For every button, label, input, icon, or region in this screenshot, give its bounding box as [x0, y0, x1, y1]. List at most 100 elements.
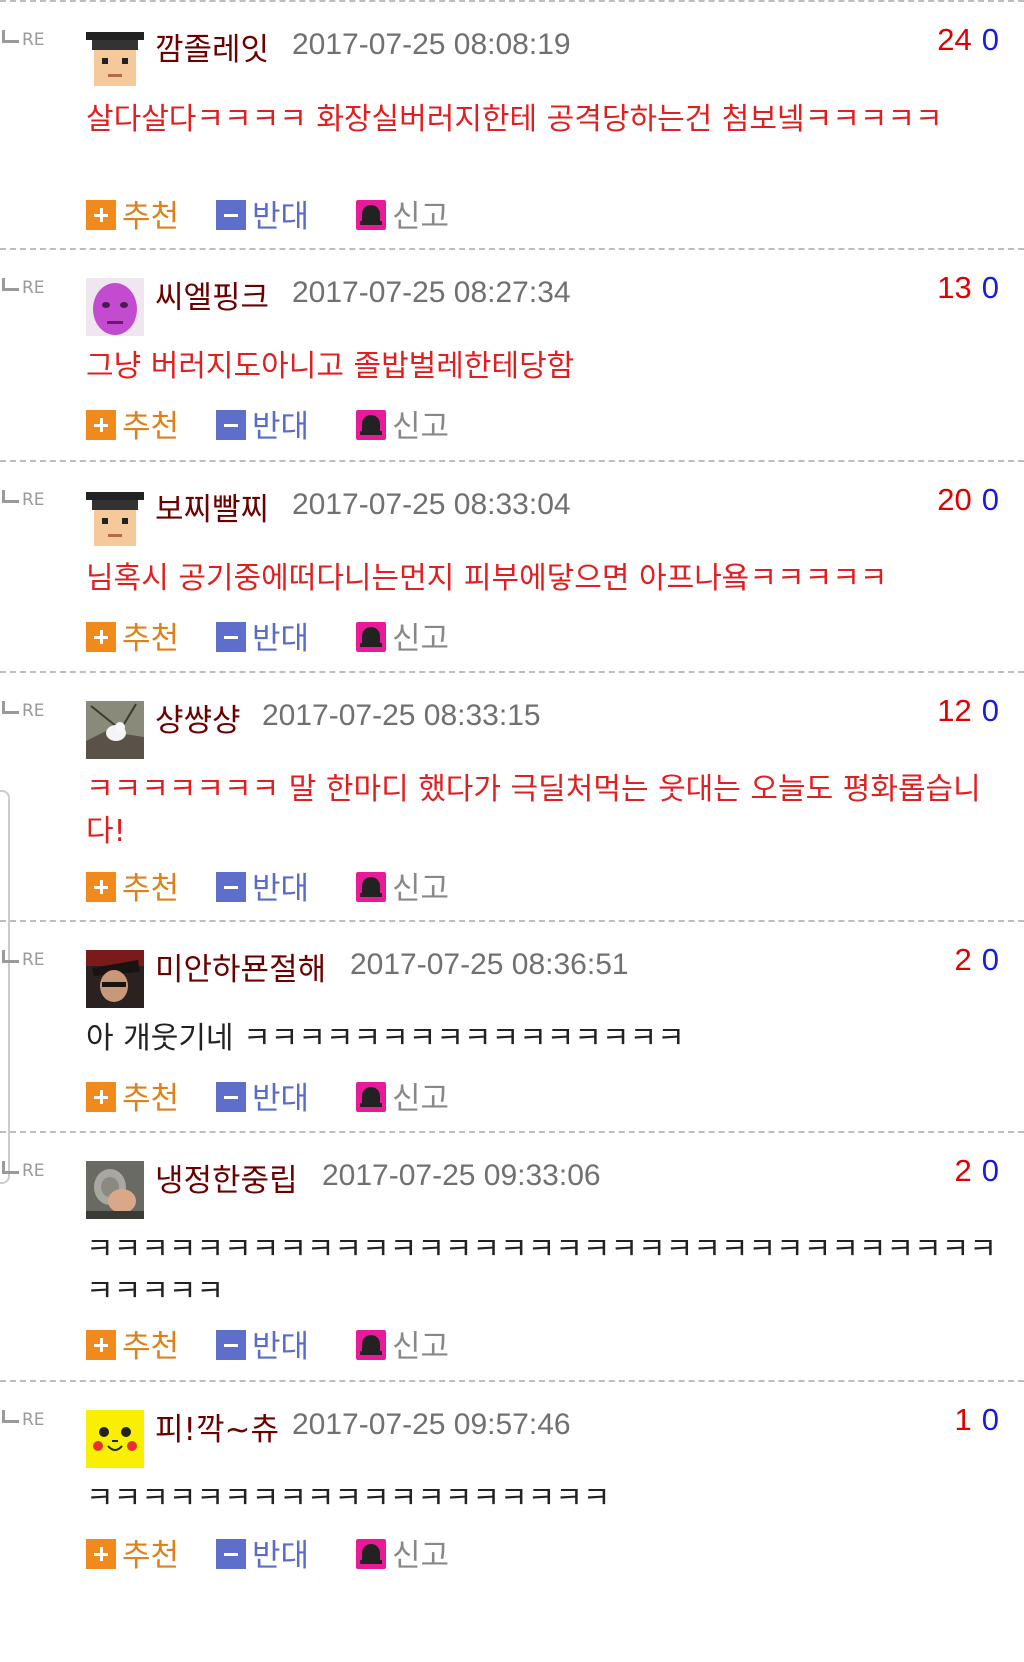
reply-icon: RE — [2, 278, 45, 298]
plus-icon — [86, 1082, 116, 1112]
comment-date: 2017-07-25 08:33:15 — [262, 699, 541, 732]
recommend-button[interactable]: 추천 — [86, 871, 179, 907]
siren-icon — [356, 1082, 386, 1112]
report-button[interactable]: 신고 — [356, 199, 449, 235]
plus-icon — [86, 872, 116, 902]
comment-item: RE 미안하묜절해 2017-07-25 08:36:51 20 아 개웃기네 … — [0, 920, 1024, 1134]
comment-text: ㅋㅋㅋㅋㅋㅋㅋㅋㅋㅋㅋㅋㅋㅋㅋㅋㅋㅋㅋㅋㅋㅋㅋㅋㅋㅋㅋㅋㅋㅋㅋㅋㅋㅋㅋㅋㅋㅋ — [86, 1232, 997, 1309]
reply-icon: RE — [2, 1161, 45, 1181]
comment-text: ㅋㅋㅋㅋㅋㅋㅋ 말 한마디 했다가 극딜처먹는 웃대는 오늘도 평화롭습니다! — [86, 772, 981, 849]
reply-icon: RE — [2, 701, 45, 721]
up-count: 12 — [937, 693, 972, 728]
reply-icon: RE — [2, 490, 45, 510]
recommend-button[interactable]: 추천 — [86, 1538, 179, 1574]
comment-date: 2017-07-25 08:27:34 — [292, 276, 571, 309]
siren-icon — [356, 622, 386, 652]
pixel-man-icon — [86, 490, 144, 548]
hand-photo-icon — [86, 1161, 144, 1219]
plus-icon — [86, 622, 116, 652]
siren-icon — [356, 200, 386, 230]
reply-icon: RE — [2, 1410, 45, 1430]
vote-counts: 12 0 — [937, 693, 999, 729]
minus-icon — [216, 872, 246, 902]
avatar[interactable] — [86, 278, 144, 336]
comment-date: 2017-07-25 08:33:04 — [292, 488, 571, 521]
up-count: 20 — [937, 482, 972, 517]
down-count: 0 — [981, 942, 999, 977]
oppose-button[interactable]: 반대 — [216, 871, 309, 907]
comment-date: 2017-07-25 09:57:46 — [292, 1408, 571, 1441]
siren-icon — [356, 1330, 386, 1360]
avatar[interactable] — [86, 701, 144, 759]
down-count: 0 — [981, 1402, 999, 1437]
avatar[interactable] — [86, 950, 144, 1008]
vote-counts: 20 — [955, 1153, 1000, 1189]
reply-icon: RE — [2, 30, 45, 50]
siren-icon — [356, 1539, 386, 1569]
bird-photo-icon — [86, 701, 144, 759]
report-button[interactable]: 신고 — [356, 1329, 449, 1365]
comment-text: 아 개웃기네 ㅋㅋㅋㅋㅋㅋㅋㅋㅋㅋㅋㅋㅋㅋㅋㅋ — [86, 1021, 685, 1056]
pikachu-icon — [86, 1410, 144, 1468]
comment-item: RE 보찌빨찌 2017-07-25 08:33:04 20 0 님혹시 공기중에… — [0, 460, 1024, 674]
report-button[interactable]: 신고 — [356, 409, 449, 445]
avatar[interactable] — [86, 30, 144, 88]
nickname[interactable]: 깜졸레잇 — [155, 24, 269, 69]
up-count: 24 — [937, 22, 972, 57]
down-count: 0 — [981, 1153, 999, 1188]
nickname[interactable]: 씨엘핑크 — [155, 272, 269, 317]
oppose-button[interactable]: 반대 — [216, 1081, 309, 1117]
nickname[interactable]: 보찌빨찌 — [155, 484, 269, 529]
comment-item: RE 씨엘핑크 2017-07-25 08:27:34 13 0 그냥 버러지도아… — [0, 248, 1024, 462]
avatar[interactable] — [86, 490, 144, 548]
vote-counts: 20 0 — [937, 482, 999, 518]
up-count: 1 — [954, 1402, 972, 1437]
recommend-button[interactable]: 추천 — [86, 621, 179, 657]
report-button[interactable]: 신고 — [356, 1081, 449, 1117]
plus-icon — [86, 200, 116, 230]
oppose-button[interactable]: 반대 — [216, 1538, 309, 1574]
minus-icon — [216, 200, 246, 230]
pixel-man-icon — [86, 30, 144, 88]
up-count: 2 — [954, 942, 972, 977]
oppose-button[interactable]: 반대 — [216, 621, 309, 657]
nickname[interactable]: 냉정한중립 — [155, 1155, 298, 1200]
comment-item: RE 피!깍~츄 2017-07-25 09:57:46 10 ㅋㅋㅋㅋㅋㅋㅋㅋ… — [0, 1380, 1024, 1662]
avatar[interactable] — [86, 1161, 144, 1219]
plus-icon — [86, 410, 116, 440]
recommend-button[interactable]: 추천 — [86, 409, 179, 445]
avatar[interactable] — [86, 1410, 144, 1468]
comment-text: 님혹시 공기중에떠다니는먼지 피부에닿으면 아프나욬ㅋㅋㅋㅋㅋ — [86, 561, 888, 596]
minus-icon — [216, 1082, 246, 1112]
comment-text: 그냥 버러지도아니고 졸밥벌레한테당함 — [86, 349, 575, 384]
nickname[interactable]: 피!깍~츄 — [155, 1404, 279, 1449]
report-button[interactable]: 신고 — [356, 1538, 449, 1574]
oppose-button[interactable]: 반대 — [216, 199, 309, 235]
minus-icon — [216, 1539, 246, 1569]
plus-icon — [86, 1539, 116, 1569]
down-count: 0 — [981, 22, 999, 57]
comment-item: RE 샹썅샹 2017-07-25 08:33:15 12 0 ㅋㅋㅋㅋㅋㅋㅋ 말… — [0, 671, 1024, 923]
oppose-button[interactable]: 반대 — [216, 1329, 309, 1365]
comment-item: RE 냉정한중립 2017-07-25 09:33:06 20 ㅋㅋㅋㅋㅋㅋㅋㅋ… — [0, 1131, 1024, 1383]
report-button[interactable]: 신고 — [356, 621, 449, 657]
report-button[interactable]: 신고 — [356, 871, 449, 907]
recommend-button[interactable]: 추천 — [86, 1329, 179, 1365]
vote-counts: 20 — [955, 942, 1000, 978]
minus-icon — [216, 622, 246, 652]
recommend-button[interactable]: 추천 — [86, 199, 179, 235]
reply-icon: RE — [2, 950, 45, 970]
up-count: 13 — [937, 270, 972, 305]
comment-text: ㅋㅋㅋㅋㅋㅋㅋㅋㅋㅋㅋㅋㅋㅋㅋㅋㅋㅋㅋ — [86, 1481, 611, 1516]
up-count: 2 — [954, 1153, 972, 1188]
nickname[interactable]: 미안하묜절해 — [155, 944, 326, 989]
nickname[interactable]: 샹썅샹 — [155, 695, 241, 740]
comment-text: 살다살다ㅋㅋㅋㅋ 화장실버러지한테 공격당하는건 첨보넼ㅋㅋㅋㅋㅋ — [86, 102, 943, 137]
plus-icon — [86, 1330, 116, 1360]
down-count: 0 — [981, 482, 999, 517]
recommend-button[interactable]: 추천 — [86, 1081, 179, 1117]
oppose-button[interactable]: 반대 — [216, 409, 309, 445]
vote-counts: 24 0 — [937, 22, 999, 58]
siren-icon — [356, 872, 386, 902]
comment-date: 2017-07-25 08:36:51 — [350, 948, 629, 981]
